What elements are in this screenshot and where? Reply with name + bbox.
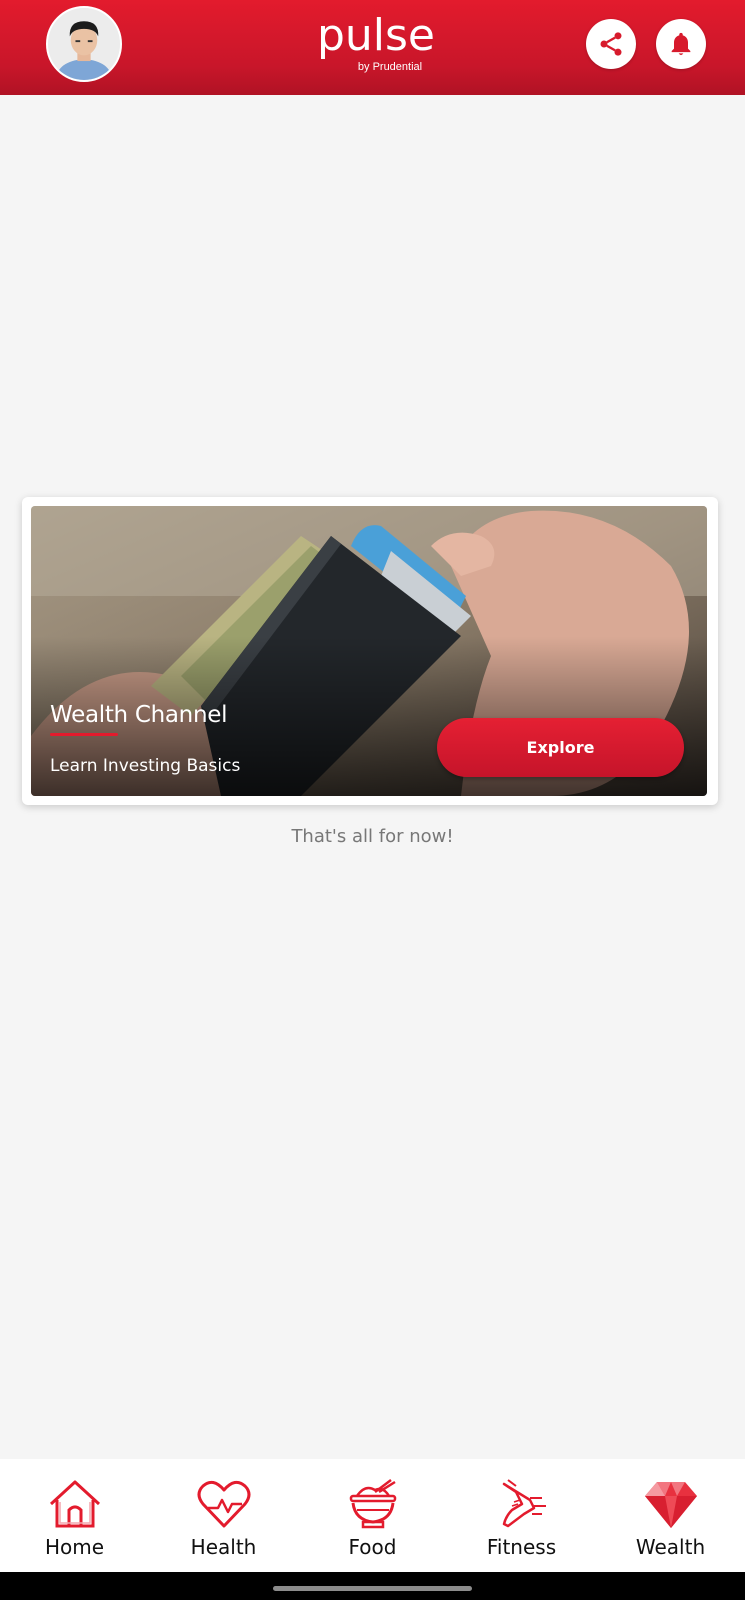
nav-label-health: Health	[190, 1535, 257, 1559]
title-underline	[50, 733, 118, 736]
bottom-nav: Home Health Food Fitness Wealth	[0, 1459, 745, 1572]
nav-item-fitness[interactable]: Fitness	[447, 1459, 596, 1572]
notifications-button[interactable]	[656, 19, 706, 69]
diamond-icon	[642, 1478, 700, 1530]
nav-item-home[interactable]: Home	[0, 1459, 149, 1572]
nav-label-wealth: Wealth	[635, 1535, 706, 1559]
card-title: Wealth Channel	[50, 702, 228, 728]
nav-item-food[interactable]: Food	[298, 1459, 447, 1572]
bowl-icon	[344, 1478, 402, 1530]
nav-label-home: Home	[44, 1535, 105, 1559]
card-subtitle: Learn Investing Basics	[50, 756, 241, 776]
nav-item-wealth[interactable]: Wealth	[596, 1459, 745, 1572]
user-avatar-icon	[48, 8, 120, 80]
nav-item-health[interactable]: Health	[149, 1459, 298, 1572]
logo-subtitle: by Prudential	[357, 61, 423, 73]
logo-wordmark: pulse	[316, 10, 436, 61]
running-shoe-icon	[493, 1478, 551, 1530]
profile-avatar[interactable]	[46, 6, 122, 82]
share-icon	[600, 32, 622, 56]
bell-icon	[671, 32, 691, 56]
app-header: pulse by Prudential	[0, 0, 745, 95]
heart-icon	[195, 1478, 253, 1530]
home-icon	[46, 1478, 104, 1530]
nav-label-fitness: Fitness	[486, 1535, 557, 1559]
home-indicator[interactable]	[273, 1586, 472, 1591]
pulse-logo: pulse by Prudential	[306, 14, 446, 80]
share-button[interactable]	[586, 19, 636, 69]
nav-label-food: Food	[348, 1535, 397, 1559]
end-of-feed-text: That's all for now!	[291, 826, 454, 847]
explore-button[interactable]: Explore	[437, 718, 684, 777]
